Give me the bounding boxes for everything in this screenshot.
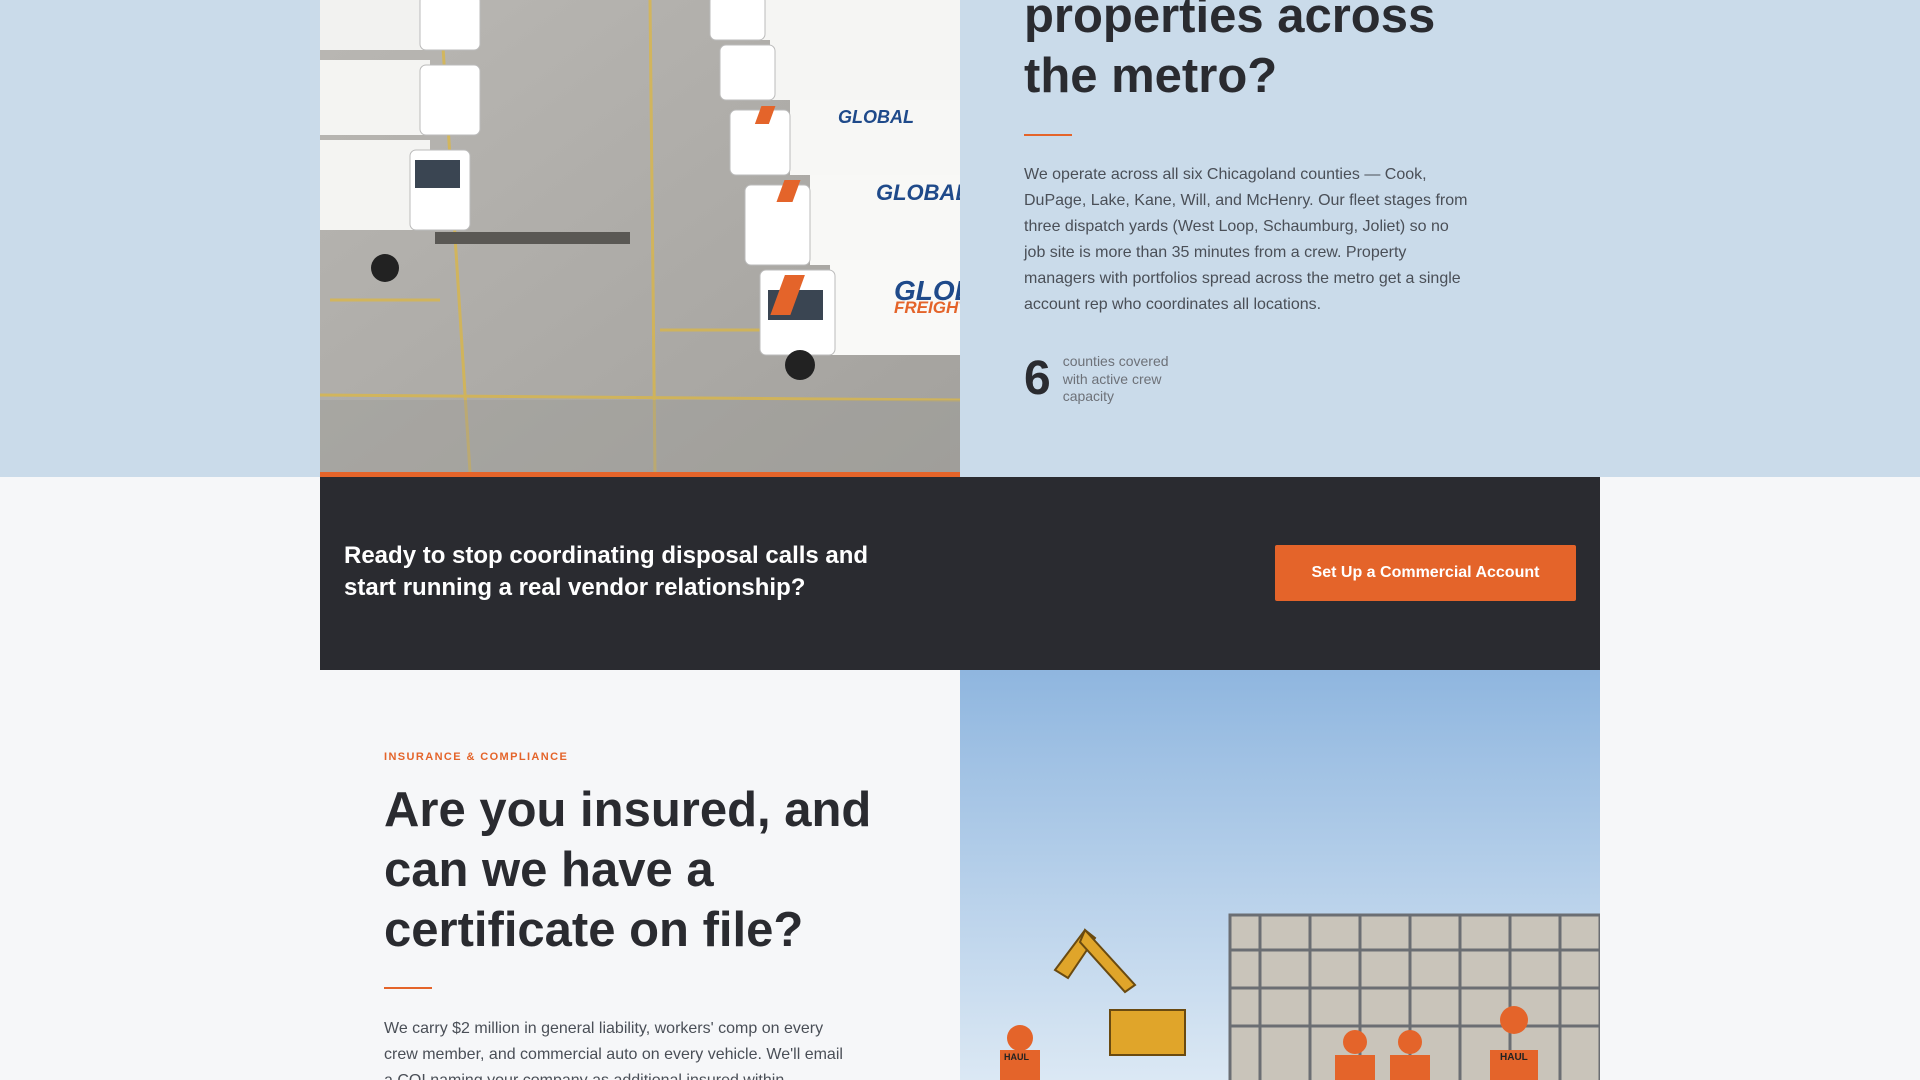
coverage-copy: properties across the metro? We operate … [1024,0,1504,406]
accent-divider [384,987,432,989]
insurance-copy: INSURANCE & COMPLIANCE Are you insured, … [384,670,904,1080]
vest-label: HAUL [1500,1052,1528,1063]
insurance-heading: Are you insured, and can we have a certi… [384,783,872,957]
truck-logo-text: GLOBAL [876,180,960,205]
coverage-heading: properties across the metro? [1024,0,1436,103]
fleet-trucks-photo: GLOBAL GLOBAL GLOBAL FREIGHT [320,0,960,477]
cta-text: Ready to stop coordinating disposal call… [344,542,869,601]
vest-label: HAUL [1004,1052,1029,1062]
accent-divider [1024,134,1072,136]
coverage-body-text: We operate across all six Chicagoland co… [1024,166,1468,313]
stat-number: 6 [1024,352,1051,406]
construction-site-photo: HAUL HAUL [960,670,1600,1080]
counties-stat: 6 counties covered with active crew capa… [1024,353,1504,406]
insurance-body-text: We carry $2 million in general liability… [384,1020,843,1080]
truck-logo-subtext: FREIGHT [894,298,960,317]
coverage-section: GLOBAL GLOBAL GLOBAL FREIGHT properties … [0,0,1920,477]
set-up-commercial-account-button[interactable]: Set Up a Commercial Account [1275,545,1576,601]
cta-band: Ready to stop coordinating disposal call… [320,477,1600,670]
stat-label: counties covered with active crew capaci… [1062,353,1169,404]
insurance-eyebrow: INSURANCE & COMPLIANCE [384,751,569,763]
truck-logo-text: GLOBAL [838,107,914,127]
